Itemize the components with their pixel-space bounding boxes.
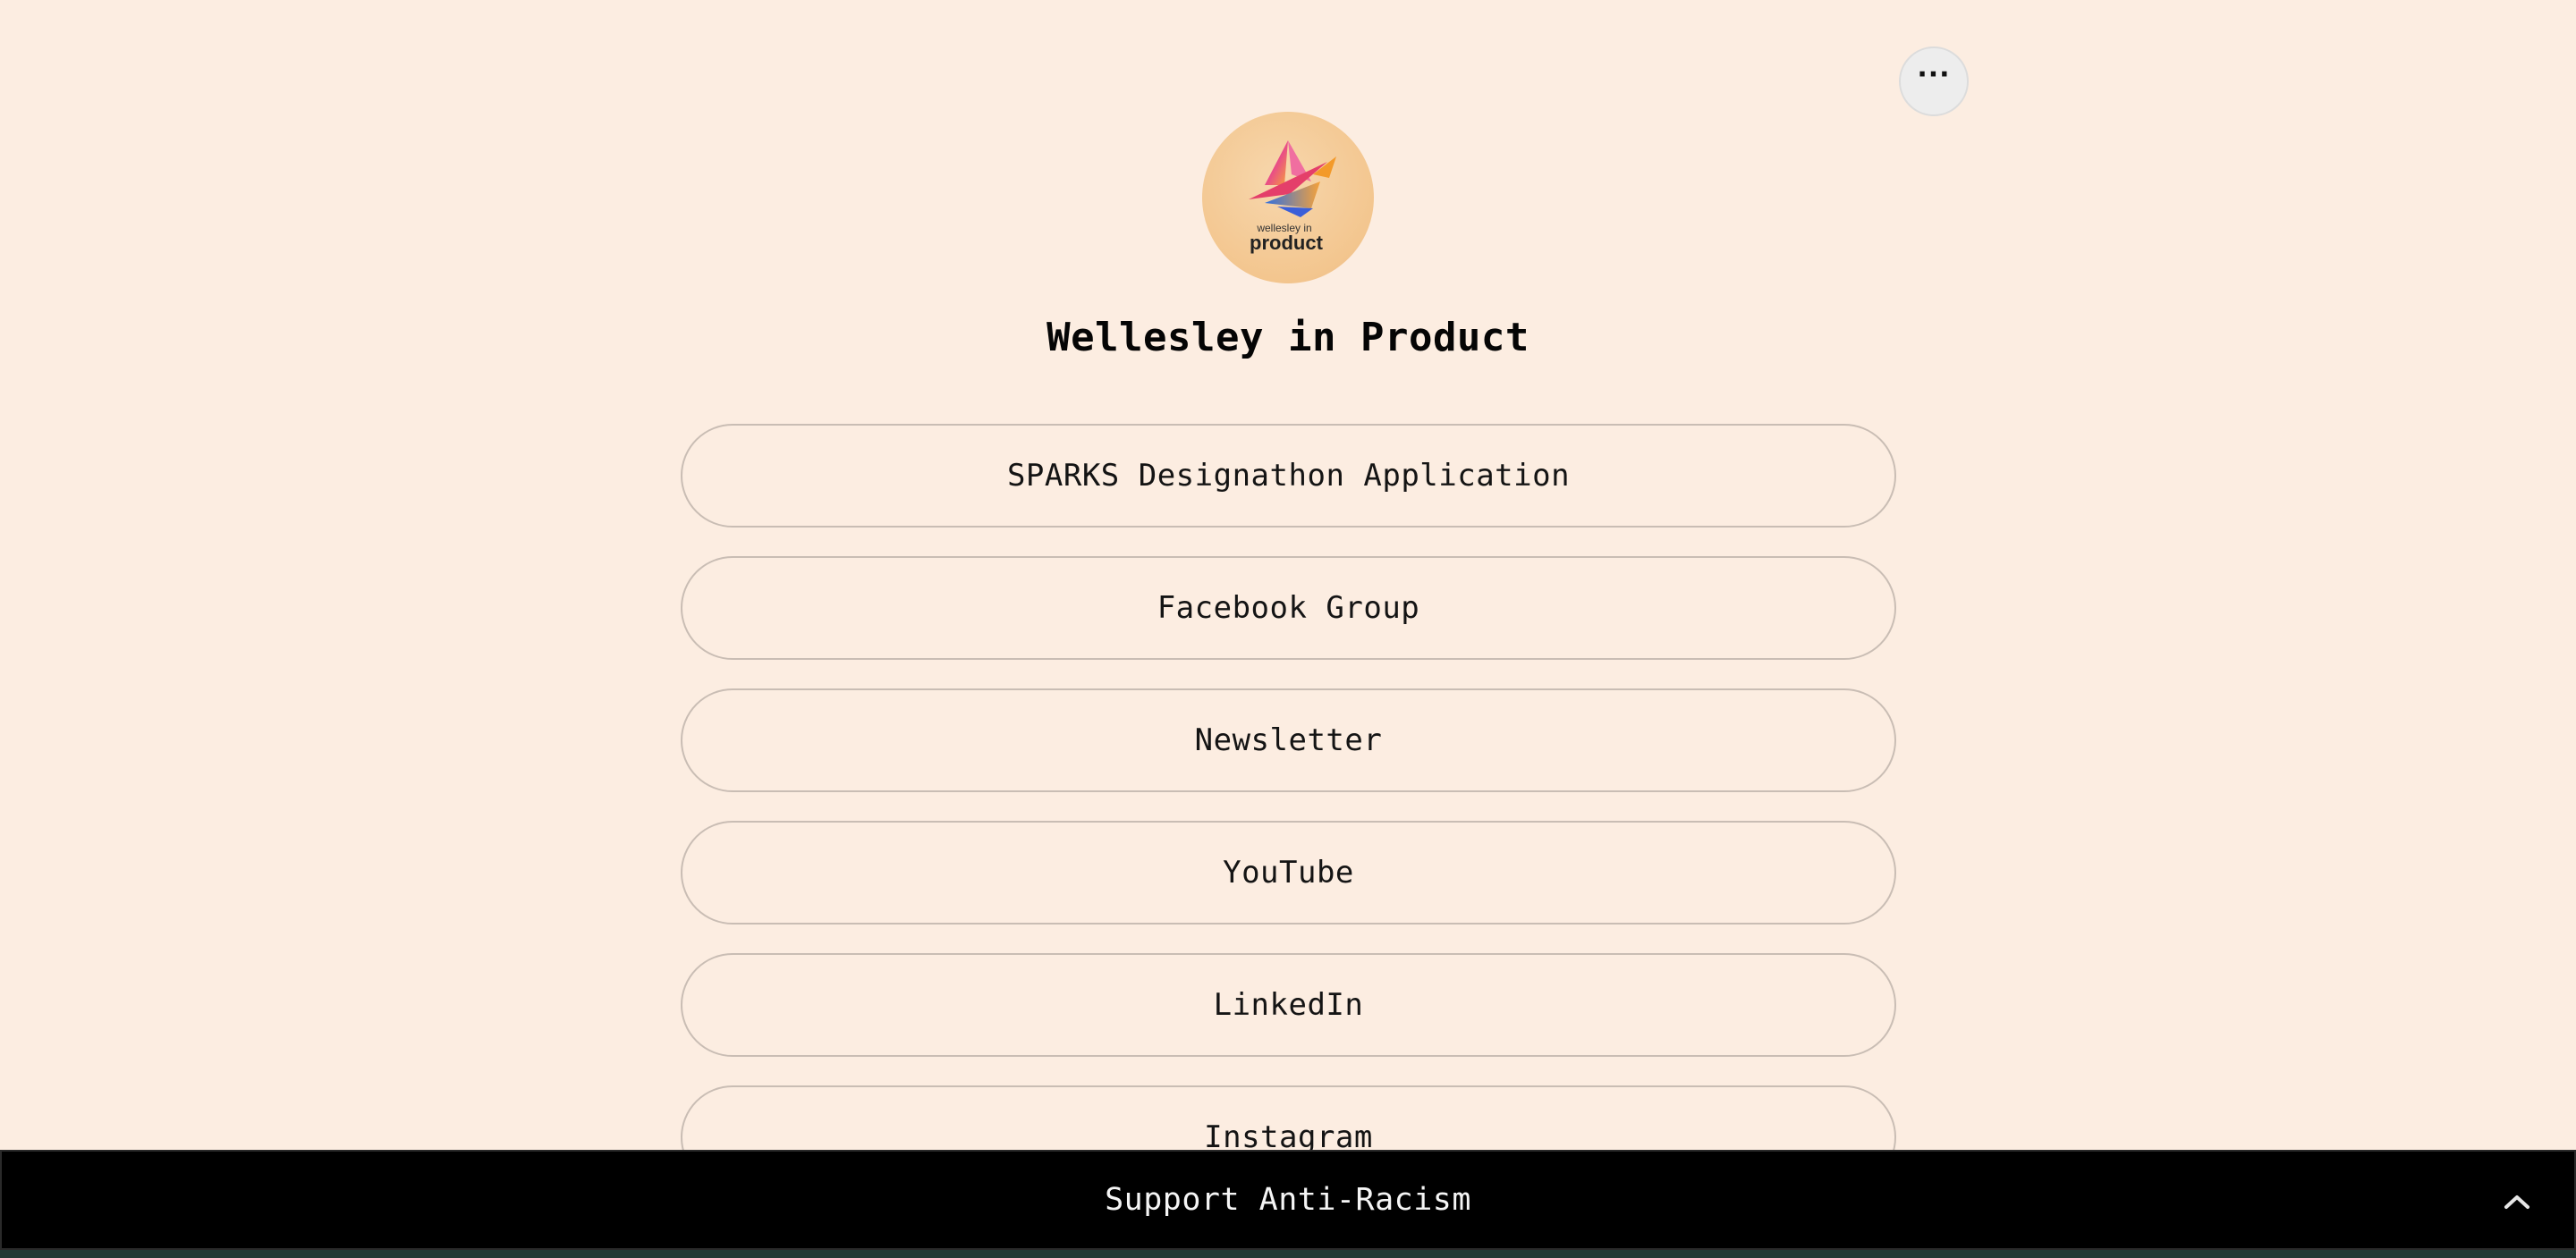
avatar: wellesley in product (1202, 112, 1374, 283)
banner-toggle-button[interactable] (2499, 1184, 2535, 1220)
chevron-up-icon (2504, 1195, 2529, 1209)
logo-text: wellesley in product (1250, 222, 1324, 254)
link-button-sparks-designathon[interactable]: SPARKS Designathon Application (681, 424, 1896, 528)
banner-text: Support Anti-Racism (1105, 1182, 1471, 1218)
wellesley-in-product-logo: wellesley in product (1249, 140, 1336, 254)
svg-text:product: product (1250, 232, 1324, 254)
link-button-youtube[interactable]: YouTube (681, 821, 1896, 925)
support-banner[interactable]: Support Anti-Racism (0, 1150, 2576, 1250)
link-button-facebook-group[interactable]: Facebook Group (681, 556, 1896, 660)
bottom-edge-strip (0, 1250, 2576, 1258)
ellipsis-icon: ··· (1917, 59, 1951, 90)
more-options-button[interactable]: ··· (1899, 46, 1969, 116)
link-list: SPARKS Designathon Application Facebook … (681, 424, 1896, 1218)
link-button-newsletter[interactable]: Newsletter (681, 688, 1896, 792)
link-button-linkedin[interactable]: LinkedIn (681, 953, 1896, 1057)
page-title: Wellesley in Product (1046, 315, 1530, 360)
linktree-page: ··· wellesley in product Wellesley in Pr… (0, 0, 2576, 1258)
